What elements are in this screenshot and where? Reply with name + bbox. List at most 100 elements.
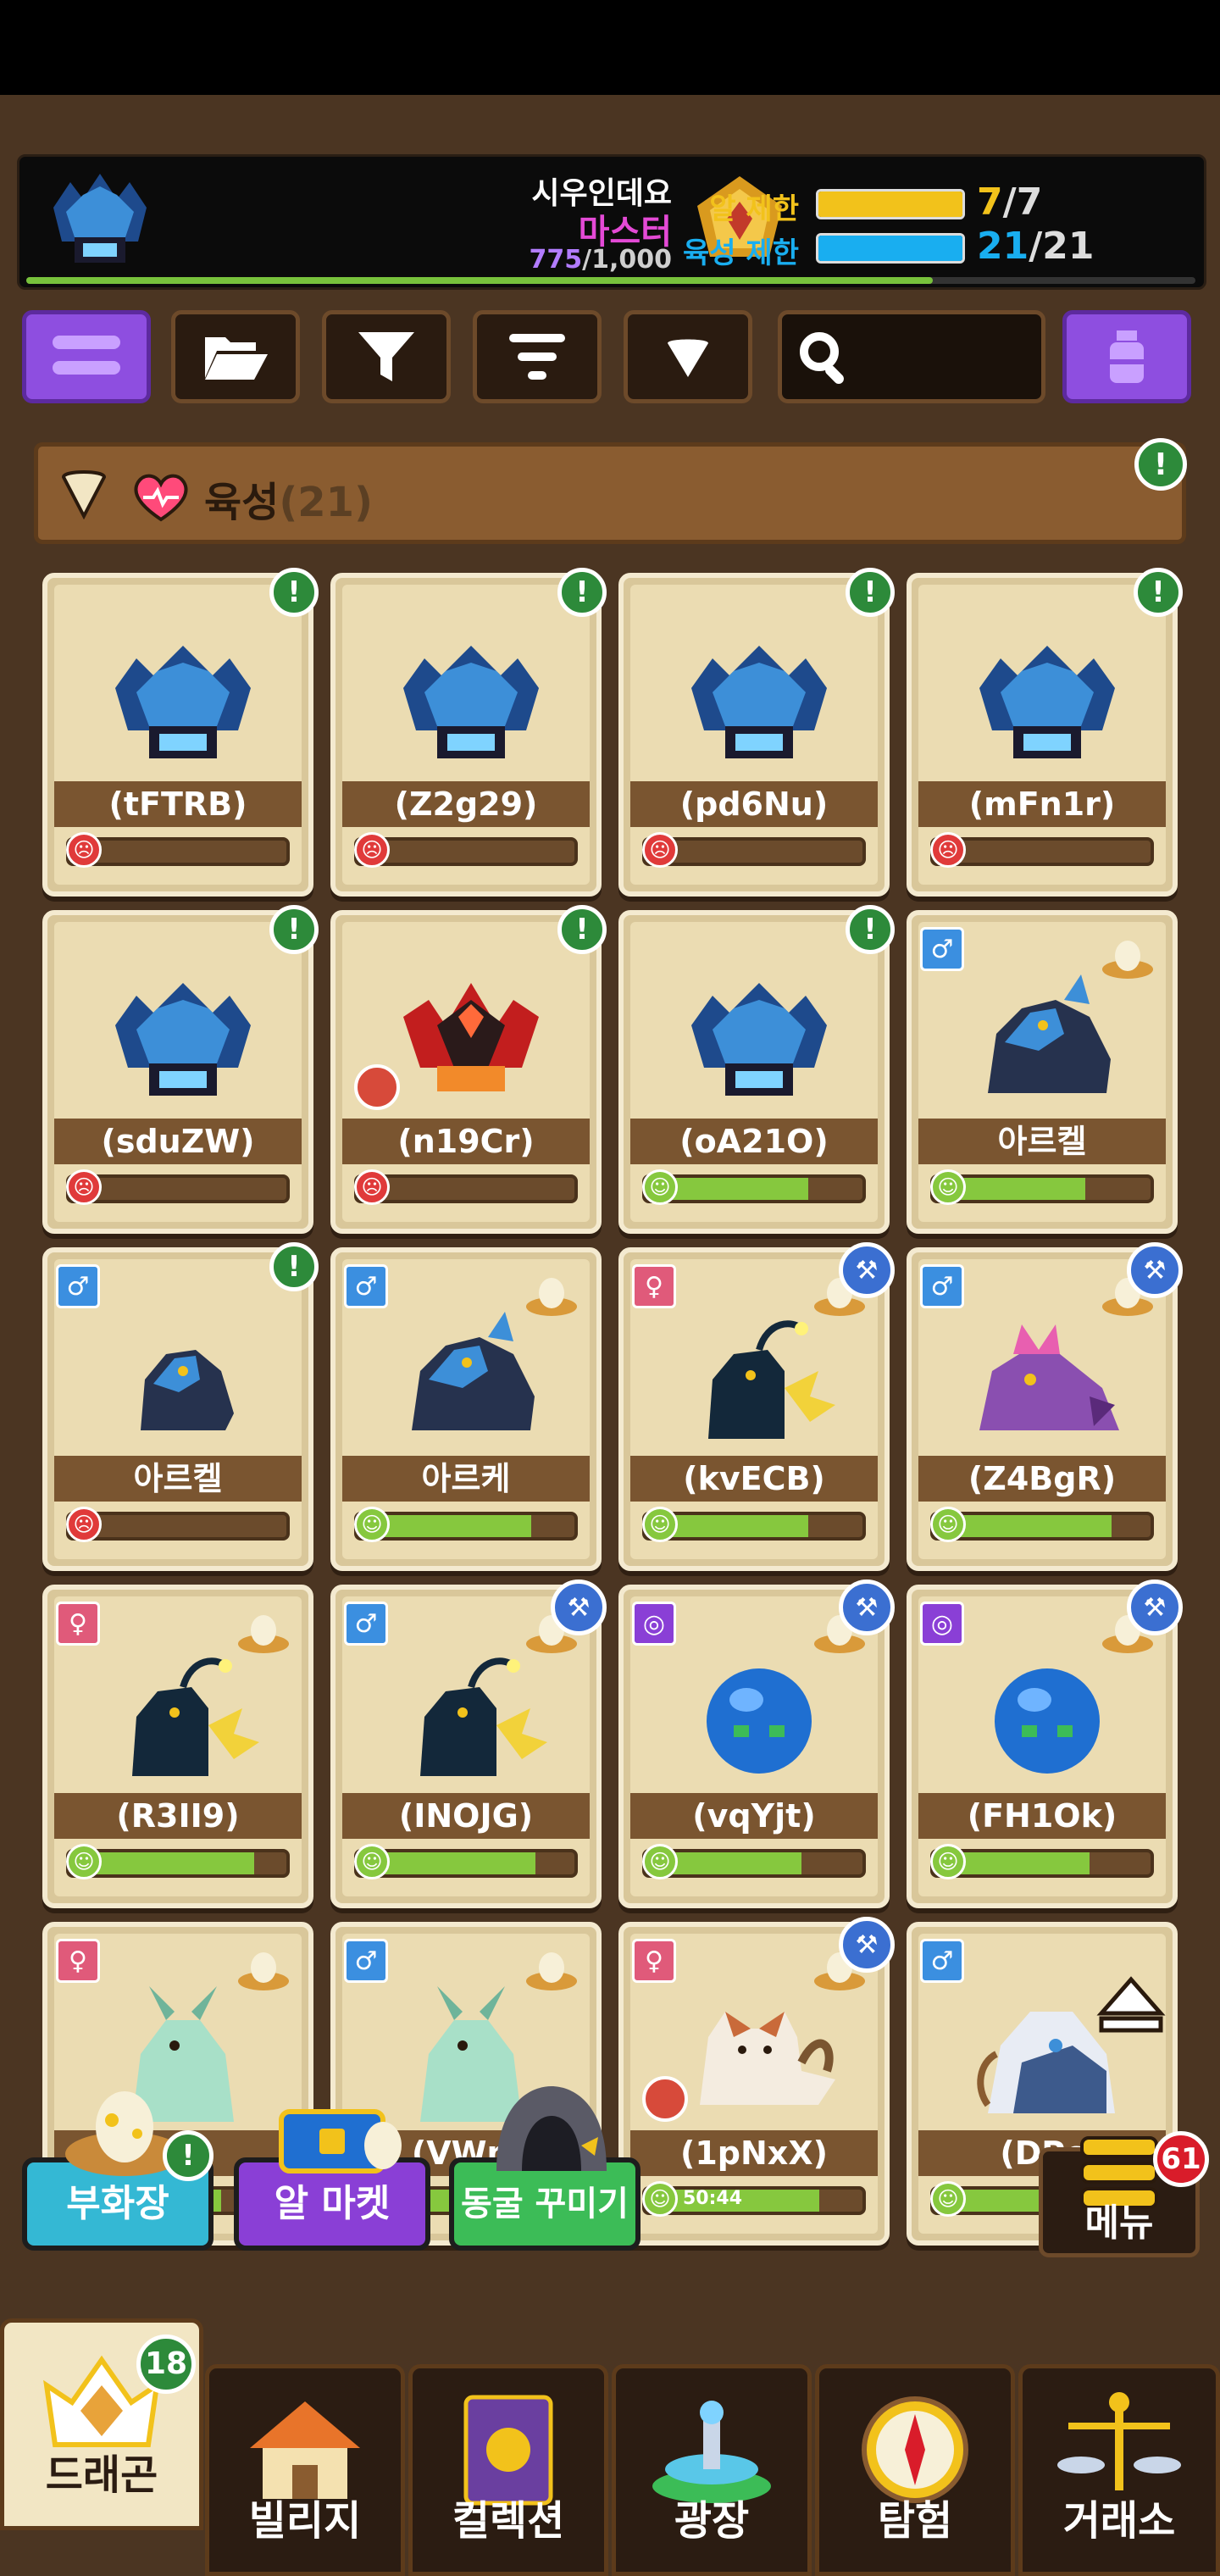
dragon-card[interactable]: ◎ (FH1Ok) ☺ ⚒ (907, 1579, 1183, 1908)
egg-sprite (691, 646, 827, 758)
card-name: (vqYjt) (630, 1793, 878, 1839)
dragon-card[interactable]: (n19Cr) ☹! (330, 905, 607, 1234)
breeding-group-header[interactable]: 육성(21) ! (34, 438, 1187, 544)
happy-face-icon: ☺ (66, 1844, 102, 1879)
training-dumbbell-icon: ⚒ (1127, 1242, 1183, 1298)
collapse-arrow-icon (61, 470, 107, 519)
male-gender-icon: ♂ (56, 1264, 100, 1308)
breed-limit-value: 21/21 (977, 225, 1095, 268)
sort-icon (509, 334, 565, 380)
dragon-card[interactable]: ♂ 아르켈 ☺ (907, 910, 1178, 1234)
dragon-card[interactable]: ♂ (INOJG) ☺ ⚒ (330, 1579, 607, 1908)
sad-face-icon: ☹ (66, 1507, 102, 1542)
training-dumbbell-icon: ⚒ (839, 1242, 895, 1298)
alert-badge: ! (846, 568, 895, 617)
card-name: 아르케 (342, 1456, 590, 1502)
alert-badge: ! (557, 568, 607, 617)
happy-face-icon: ☺ (642, 1844, 678, 1879)
training-dumbbell-icon: ⚒ (839, 1579, 895, 1635)
nav-explore[interactable]: 탐험 (815, 2364, 1015, 2576)
hatchery-button[interactable]: ! 부화장 (22, 2091, 214, 2251)
sort-button[interactable] (473, 310, 602, 403)
dragon-card[interactable]: (tFTRB) ☹! (42, 568, 319, 897)
dragon-card[interactable]: ♀ (1pNxX) ☺ 50:44 ⚒ (618, 1917, 895, 2246)
sad-face-icon: ☹ (354, 1169, 390, 1205)
dragon-card[interactable]: (mFn1r) ☹! (907, 568, 1183, 897)
dragon-card[interactable]: ♀ (kvECB) ☺ ⚒ (618, 1242, 895, 1571)
dragon-card[interactable]: (oA21O) ☺! (618, 905, 895, 1234)
dragon-card[interactable]: (Z2g29) ☹! (330, 568, 607, 897)
female-gender-icon: ♀ (632, 1939, 676, 1983)
alert-badge: ! (846, 905, 895, 954)
nav-dragon-label: 드래곤 (45, 2451, 158, 2499)
no-breed-icon (642, 2076, 688, 2122)
alert-badge: ! (1134, 568, 1183, 617)
nav-plaza-label: 광장 (674, 2497, 750, 2545)
training-dumbbell-icon: ⚒ (551, 1579, 607, 1635)
dark-dragon-sprite (420, 1657, 547, 1776)
nav-dragon[interactable]: 18 드래곤 (0, 2318, 203, 2530)
nav-collection-label: 컬렉션 (452, 2497, 565, 2545)
blue-dragon-sprite (988, 974, 1111, 1093)
nav-collection[interactable]: 컬렉션 (408, 2364, 608, 2576)
male-gender-icon: ♂ (920, 927, 964, 971)
fire-egg-sprite (403, 983, 539, 1091)
card-name: (tFTRB) (54, 781, 302, 827)
male-gender-icon: ♂ (920, 1264, 964, 1308)
potion-icon (1110, 330, 1144, 383)
neutral-gender-icon: ◎ (632, 1602, 676, 1646)
happy-face-icon: ☺ (642, 1169, 678, 1205)
menu-icon (53, 336, 120, 375)
dragon-card[interactable]: (pd6Nu) ☹! (618, 568, 895, 897)
no-breed-icon (354, 1064, 400, 1110)
alert-badge: ! (269, 568, 319, 617)
dragon-card[interactable]: ◎ (vqYjt) ☺ ⚒ (618, 1579, 895, 1908)
happy-face-icon: ☺ (930, 2181, 966, 2217)
dragon-card[interactable]: ♂ 아르켈 ☹! (42, 1242, 319, 1571)
dragon-card[interactable]: ♂ 아르케 ☺ (330, 1247, 602, 1571)
player-avatar-icon[interactable] (36, 165, 164, 275)
status-bar (0, 0, 1220, 95)
male-gender-icon: ♂ (344, 1939, 388, 1983)
search-box[interactable] (778, 310, 1045, 403)
egg-market-button[interactable]: 알 마켓 (234, 2109, 430, 2251)
nest-egg-icon (238, 1952, 289, 1990)
filter-icon (358, 332, 414, 381)
sad-face-icon: ☹ (642, 832, 678, 868)
male-gender-icon: ♂ (344, 1264, 388, 1308)
egg-sprite (691, 983, 827, 1096)
collapse-all-button[interactable] (624, 310, 752, 403)
dragon-card[interactable]: ♀ (R3II9) ☺ (42, 1585, 313, 1908)
nest-egg-icon (526, 1278, 577, 1316)
card-name: 아르켈 (918, 1119, 1166, 1164)
blue-dragon-sprite (141, 1350, 234, 1430)
purple-dragon-sprite (979, 1324, 1119, 1430)
egg-sprite (403, 646, 539, 758)
cave-decorate-label: 동굴 꾸미기 (461, 2185, 629, 2223)
nav-village[interactable]: 빌리지 (205, 2364, 405, 2576)
exp-max: /1,000 (582, 245, 672, 275)
egg-market-label: 알 마켓 (274, 2182, 391, 2225)
dark-dragon-sprite (708, 1320, 835, 1439)
main-menu-button[interactable]: 61 메뉴 (1039, 2131, 1209, 2257)
training-dumbbell-icon: ⚒ (1127, 1579, 1183, 1635)
female-gender-icon: ♀ (56, 1939, 100, 1983)
potion-button[interactable] (1062, 310, 1191, 403)
dark-dragon-sprite (132, 1657, 259, 1776)
folder-button[interactable] (171, 310, 300, 403)
nav-exchange-label: 거래소 (1062, 2497, 1176, 2545)
dragon-card[interactable]: (sduZW) ☹! (42, 905, 319, 1234)
treasure-chest-icon (279, 2109, 402, 2174)
dragon-card[interactable]: ♂ (Z4BgR) ☺ ⚒ (907, 1242, 1183, 1571)
cat-creature-sprite (700, 2012, 835, 2105)
cave-decorate-button[interactable]: 동굴 꾸미기 (449, 2086, 640, 2251)
nav-plaza[interactable]: 광장 (612, 2364, 812, 2576)
egg-limit-bar (816, 189, 965, 219)
happy-face-icon: ☺ (930, 1507, 966, 1542)
nav-exchange[interactable]: 거래소 (1018, 2364, 1220, 2576)
menu-badge: 61 (1153, 2131, 1209, 2187)
scroll-up-icon[interactable] (1093, 1963, 1169, 2039)
menu-button[interactable] (22, 310, 151, 403)
filter-button[interactable] (322, 310, 451, 403)
happy-face-icon: ☺ (930, 1169, 966, 1205)
